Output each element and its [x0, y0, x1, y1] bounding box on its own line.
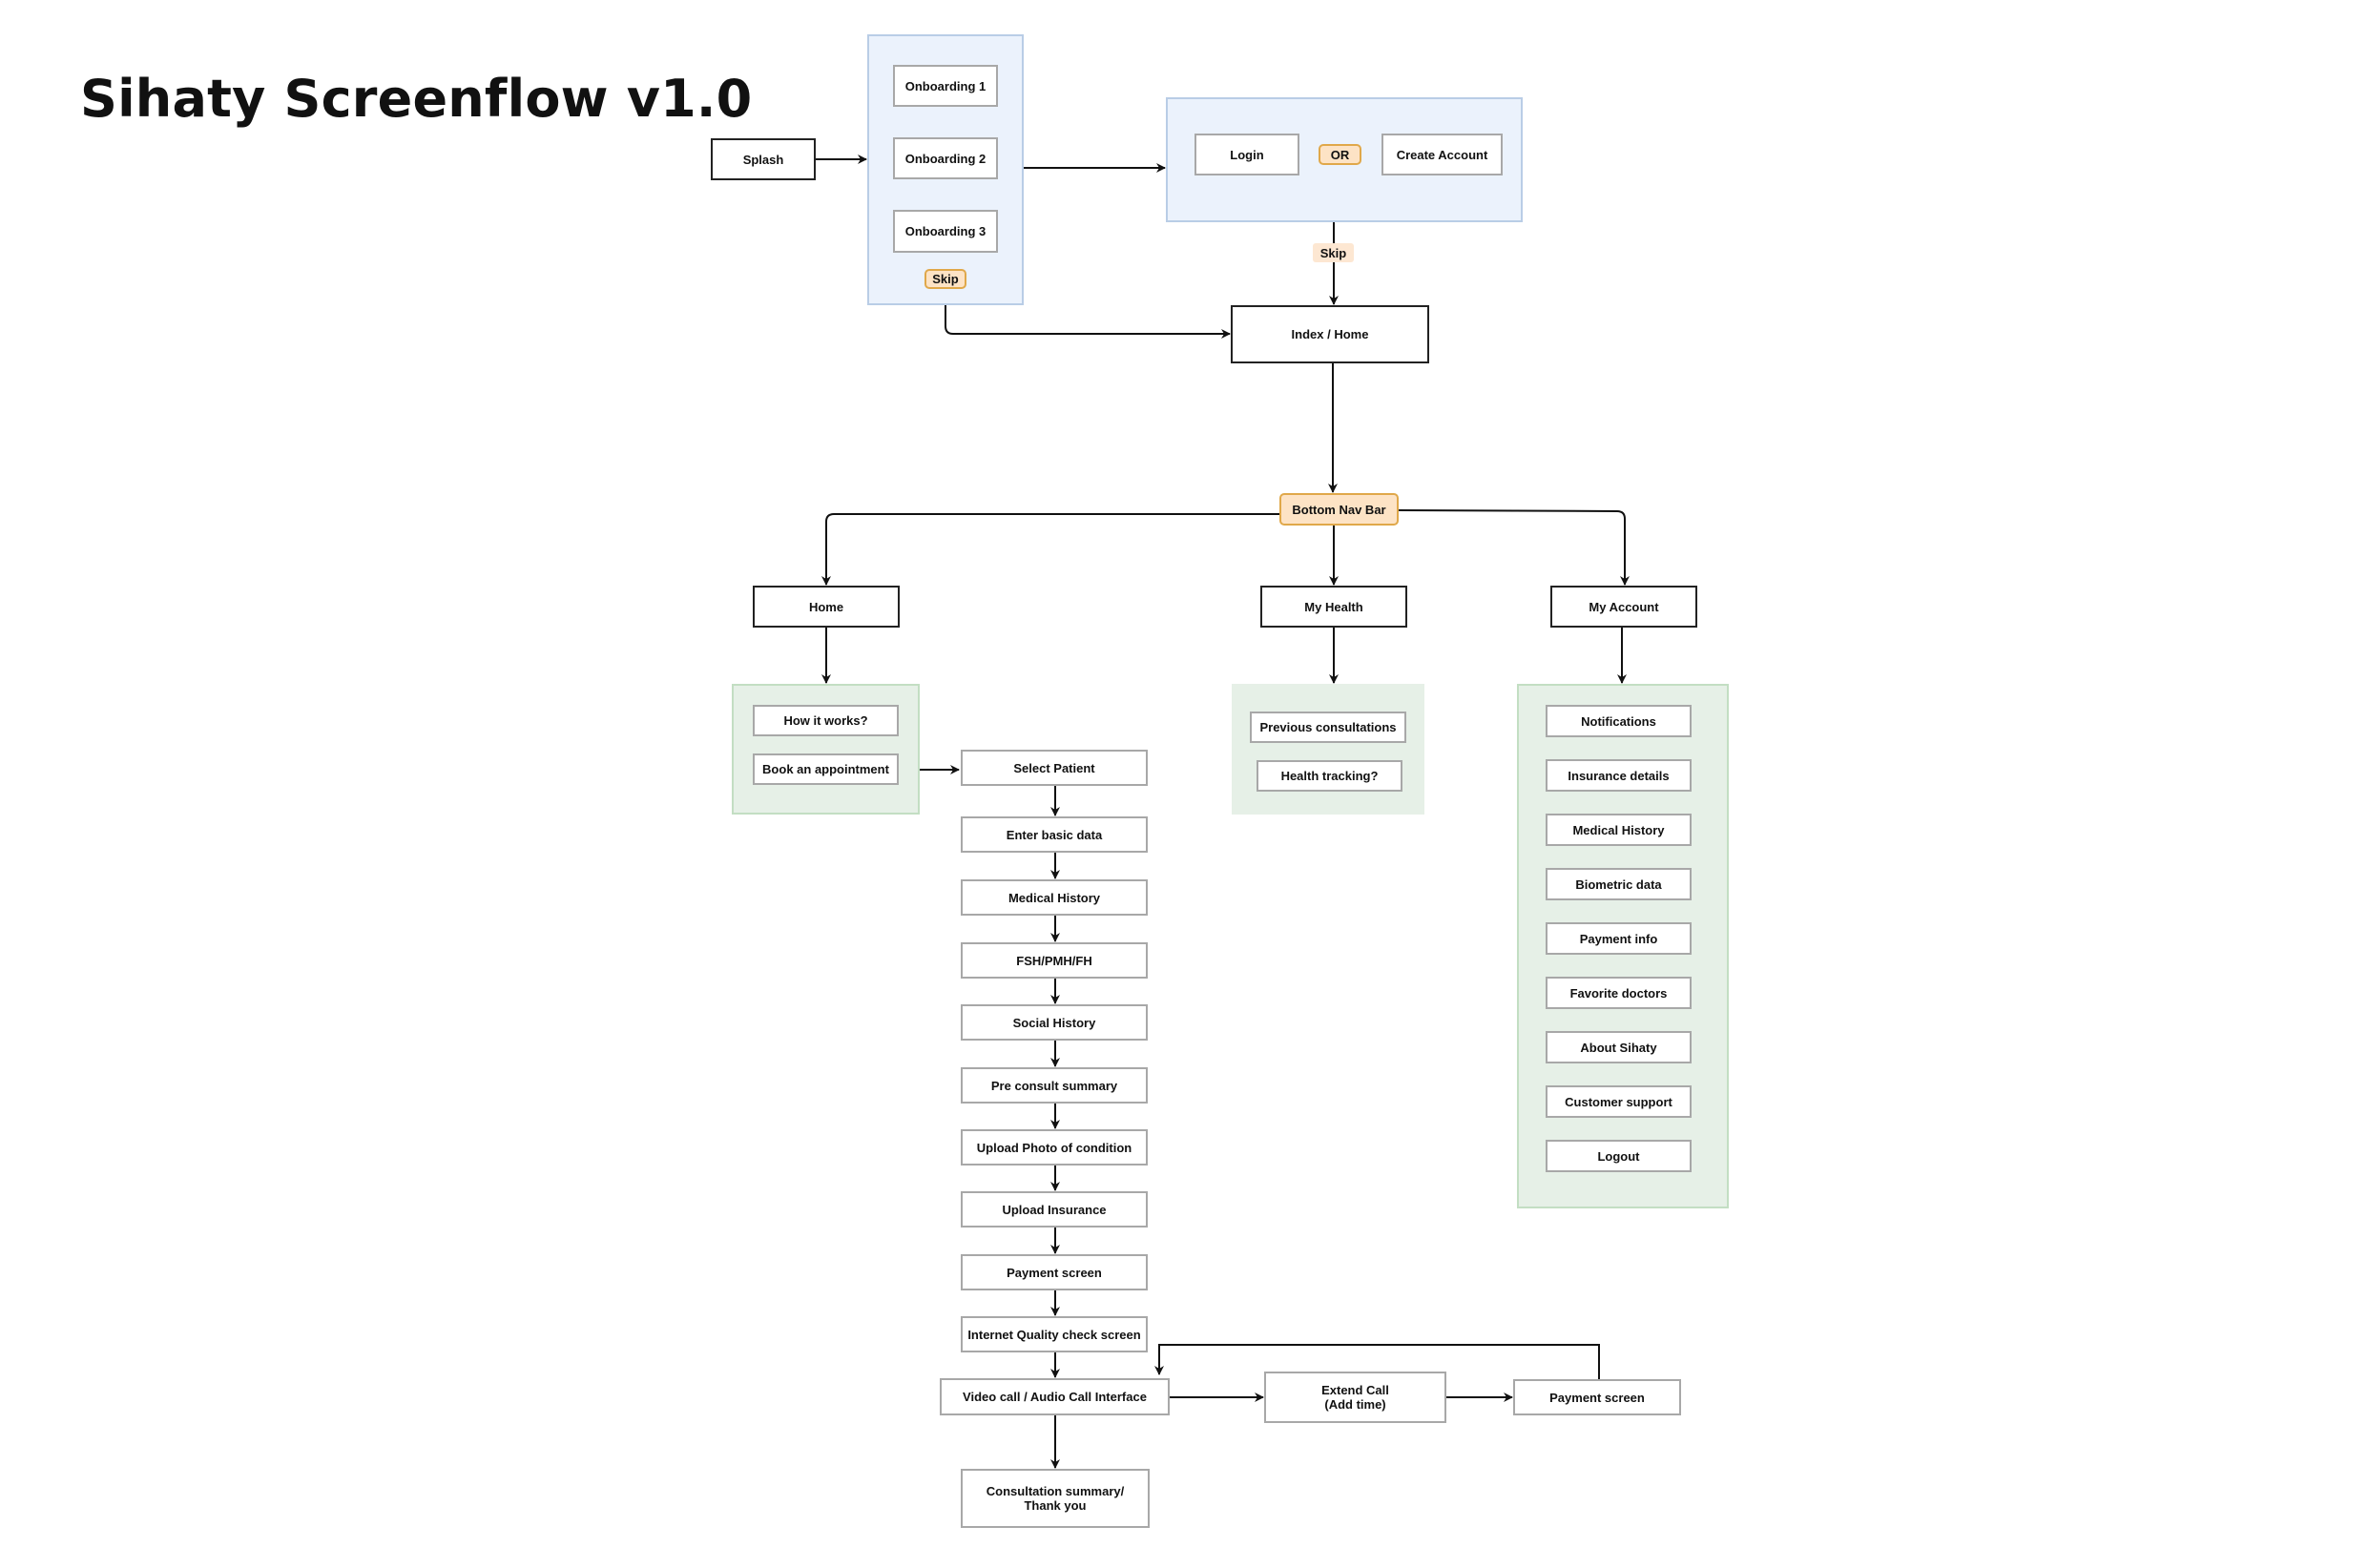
consultation-summary-line2: Thank you	[1024, 1498, 1087, 1513]
my-account-item-node[interactable]: Biometric data	[1546, 868, 1692, 900]
bottom-nav-bar-tag: Bottom Nav Bar	[1279, 493, 1399, 526]
edge-nav-myaccount	[1398, 509, 1630, 586]
booking-step-node[interactable]: Internet Quality check screen	[961, 1316, 1148, 1352]
my-account-item-node[interactable]: Customer support	[1546, 1085, 1692, 1118]
previous-consultations-node[interactable]: Previous consultations	[1250, 712, 1406, 743]
tab-home-node[interactable]: Home	[753, 586, 900, 628]
my-account-item-node[interactable]: Insurance details	[1546, 759, 1692, 792]
booking-step-node[interactable]: Payment screen	[961, 1254, 1148, 1290]
booking-step-node[interactable]: Social History	[961, 1004, 1148, 1041]
my-account-item-node[interactable]: Medical History	[1546, 814, 1692, 846]
video-call-node[interactable]: Video call / Audio Call Interface	[940, 1378, 1170, 1415]
my-account-item-node[interactable]: About Sihaty	[1546, 1031, 1692, 1063]
extend-call-line2: (Add time)	[1324, 1397, 1386, 1412]
my-account-item-node[interactable]: Notifications	[1546, 705, 1692, 737]
how-it-works-node[interactable]: How it works?	[753, 705, 899, 736]
tab-my-account-node[interactable]: My Account	[1550, 586, 1697, 628]
edge-nav-home	[821, 513, 1279, 586]
booking-step-node[interactable]: FSH/PMH/FH	[961, 942, 1148, 979]
booking-step-node[interactable]: Select Patient	[961, 750, 1148, 786]
splash-node[interactable]: Splash	[711, 138, 816, 180]
consultation-summary-line1: Consultation summary/	[986, 1484, 1125, 1498]
login-node[interactable]: Login	[1194, 134, 1299, 175]
connector-layer	[816, 107, 1630, 1469]
tab-my-health-node[interactable]: My Health	[1260, 586, 1407, 628]
my-account-item-node[interactable]: Favorite doctors	[1546, 977, 1692, 1009]
booking-step-node[interactable]: Upload Insurance	[961, 1191, 1148, 1228]
booking-step-node[interactable]: Pre consult summary	[961, 1067, 1148, 1104]
or-tag: OR	[1319, 144, 1361, 165]
onboarding-skip-tag: Skip	[924, 269, 966, 289]
consultation-summary-node[interactable]: Consultation summary/ Thank you	[961, 1469, 1150, 1528]
my-health-group	[1232, 684, 1424, 815]
onboarding-3-node[interactable]: Onboarding 3	[893, 210, 998, 253]
my-account-item-node[interactable]: Logout	[1546, 1140, 1692, 1172]
booking-step-node[interactable]: Upload Photo of condition	[961, 1129, 1148, 1166]
health-tracking-node[interactable]: Health tracking?	[1257, 760, 1402, 792]
my-account-item-node[interactable]: Payment info	[1546, 922, 1692, 955]
onboarding-1-node[interactable]: Onboarding 1	[893, 65, 998, 107]
extend-call-line1: Extend Call	[1321, 1383, 1389, 1397]
auth-skip-tag: Skip	[1313, 243, 1354, 262]
book-appointment-node[interactable]: Book an appointment	[753, 753, 899, 785]
extend-payment-screen-node[interactable]: Payment screen	[1513, 1379, 1681, 1415]
onboarding-2-node[interactable]: Onboarding 2	[893, 137, 998, 179]
extend-call-node[interactable]: Extend Call (Add time)	[1264, 1372, 1446, 1423]
booking-step-node[interactable]: Medical History	[961, 879, 1148, 916]
booking-step-node[interactable]: Enter basic data	[961, 816, 1148, 853]
home-group	[732, 684, 920, 815]
create-account-node[interactable]: Create Account	[1381, 134, 1503, 175]
index-home-node[interactable]: Index / Home	[1231, 305, 1429, 363]
